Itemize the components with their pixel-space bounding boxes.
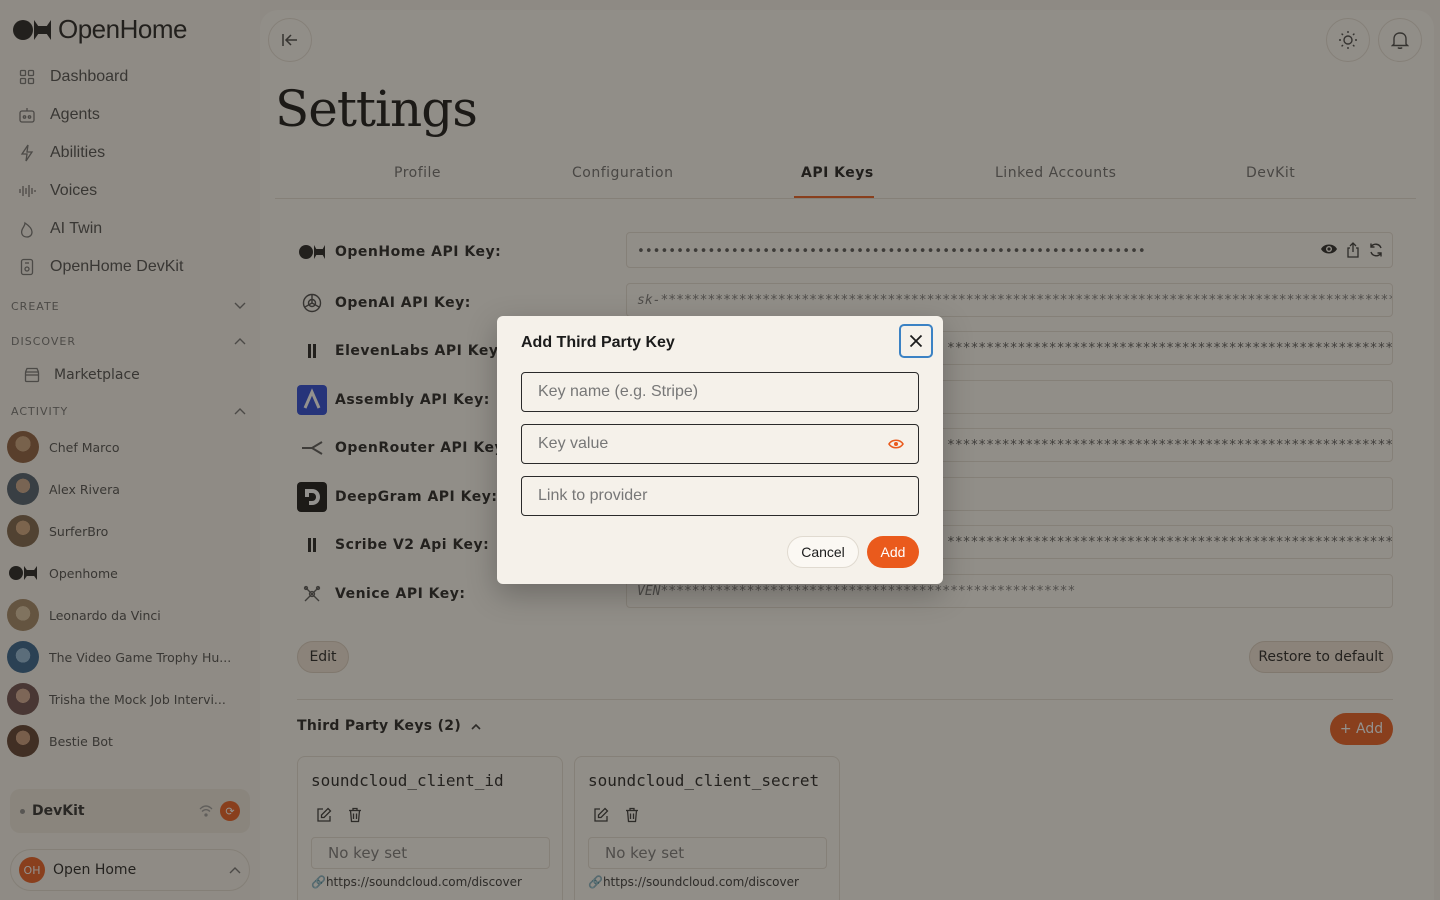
cancel-button[interactable]: Cancel <box>787 536 859 568</box>
add-third-party-key-dialog: Add Third Party Key Key name (e.g. Strip… <box>497 316 943 584</box>
key-name-input[interactable]: Key name (e.g. Stripe) <box>521 372 919 412</box>
provider-link-input[interactable]: Link to provider <box>521 476 919 516</box>
key-value-placeholder: Key value <box>538 435 609 452</box>
dialog-title: Add Third Party Key <box>521 334 675 351</box>
close-icon <box>909 334 923 348</box>
key-value-input[interactable]: Key value <box>521 424 919 464</box>
key-name-placeholder: Key name (e.g. Stripe) <box>538 383 699 400</box>
close-button[interactable] <box>899 324 933 358</box>
add-button[interactable]: Add <box>867 536 919 568</box>
provider-link-placeholder: Link to provider <box>538 487 648 504</box>
eye-icon[interactable] <box>888 438 904 450</box>
